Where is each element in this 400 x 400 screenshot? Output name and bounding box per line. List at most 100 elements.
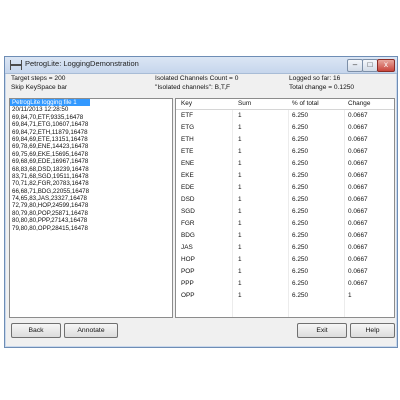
key-cell: BDG — [181, 232, 195, 239]
change-cell: 0.0667 — [348, 148, 368, 155]
log-line[interactable]: 20/11/2013 12:28:50 — [10, 106, 172, 113]
pct-cell: 6.250 — [292, 196, 308, 203]
maximize-button[interactable]: □ — [362, 59, 378, 72]
table-row[interactable]: EDE 1 6.250 0.0667 — [176, 182, 394, 194]
exit-button[interactable]: Exit — [297, 323, 347, 338]
log-line[interactable]: 69,75,69,EKE,15695,16478 — [10, 151, 172, 158]
log-line[interactable]: 70,71,82,FGR,20783,16478 — [10, 180, 172, 187]
log-listbox[interactable]: PetrogLite logging file 1 20/11/2013 12:… — [9, 98, 173, 318]
key-cell: EKE — [181, 172, 194, 179]
change-cell: 0.0667 — [348, 280, 368, 287]
change-cell: 0.0667 — [348, 124, 368, 131]
sum-cell: 1 — [238, 256, 242, 263]
back-button[interactable]: Back — [11, 323, 61, 338]
sum-cell: 1 — [238, 148, 242, 155]
app-icon — [10, 60, 22, 70]
table-row[interactable]: OPP 1 6.250 1 — [176, 290, 394, 302]
pct-cell: 6.250 — [292, 148, 308, 155]
log-line[interactable]: 69,84,71,ETG,10607,16478 — [10, 121, 172, 128]
log-line[interactable]: 83,71,68,SGD,19511,16478 — [10, 173, 172, 180]
sum-cell: 1 — [238, 208, 242, 215]
table-row[interactable]: PPP 1 6.250 0.0667 — [176, 278, 394, 290]
change-cell: 0.0667 — [348, 136, 368, 143]
log-line[interactable]: 72,79,80,HOP,24599,16478 — [10, 202, 172, 209]
log-line[interactable]: 80,80,80,PPP,27143,16478 — [10, 217, 172, 224]
isolated-channels-label: "Isolated channels": B,T,F — [155, 84, 231, 91]
pct-cell: 6.250 — [292, 244, 308, 251]
log-line[interactable]: 80,79,80,POP,25871,16478 — [10, 210, 172, 217]
minimize-button[interactable]: – — [347, 59, 363, 72]
logged-so-far-label: Logged so far: 16 — [289, 75, 341, 82]
pct-cell: 6.250 — [292, 232, 308, 239]
change-cell: 0.0667 — [348, 184, 368, 191]
pct-cell: 6.250 — [292, 184, 308, 191]
pct-cell: 6.250 — [292, 256, 308, 263]
close-button[interactable]: x — [377, 59, 395, 72]
key-cell: ETE — [181, 148, 194, 155]
key-column-header[interactable]: Key — [181, 100, 192, 107]
pct-cell: 6.250 — [292, 208, 308, 215]
window-title: PetrogLite: LoggingDemonstration — [25, 59, 139, 68]
table-row[interactable]: ETF 1 6.250 0.0667 — [176, 110, 394, 122]
table-row[interactable]: ENE 1 6.250 0.0667 — [176, 158, 394, 170]
table-row[interactable]: ETH 1 6.250 0.0667 — [176, 134, 394, 146]
key-cell: FGR — [181, 220, 195, 227]
pct-cell: 6.250 — [292, 292, 308, 299]
log-line[interactable]: 69,68,69,EDE,16967,16478 — [10, 158, 172, 165]
key-cell: ETG — [181, 124, 195, 131]
key-cell: SGD — [181, 208, 195, 215]
log-line[interactable]: 69,78,69,ENE,14423,16478 — [10, 143, 172, 150]
table-row[interactable]: DSD 1 6.250 0.0667 — [176, 194, 394, 206]
pct-cell: 6.250 — [292, 268, 308, 275]
key-cell: HOP — [181, 256, 195, 263]
sum-cell: 1 — [238, 196, 242, 203]
sum-cell: 1 — [238, 124, 242, 131]
log-line[interactable]: 69,84,72,ETH,11879,16478 — [10, 129, 172, 136]
log-line[interactable]: 69,84,70,ETF,9335,16478 — [10, 114, 172, 121]
total-change-label: Total change = 0.1250 — [289, 84, 355, 91]
key-cell: PPP — [181, 280, 194, 287]
sum-column-header[interactable]: Sum — [238, 100, 251, 107]
help-button[interactable]: Help — [350, 323, 395, 338]
app-window: PetrogLite: LoggingDemonstration – □ x T… — [4, 56, 398, 348]
key-cell: ENE — [181, 160, 195, 167]
log-line[interactable]: 69,84,69,ETE,13151,16478 — [10, 136, 172, 143]
log-line[interactable]: PetrogLite logging file 1 — [10, 99, 90, 107]
sum-cell: 1 — [238, 184, 242, 191]
log-line[interactable]: 79,80,80,OPP,28415,16478 — [10, 225, 172, 232]
change-column-header[interactable]: Change — [348, 100, 370, 107]
key-cell: OPP — [181, 292, 195, 299]
key-cell: EDE — [181, 184, 195, 191]
table-row[interactable]: JAS 1 6.250 0.0667 — [176, 242, 394, 254]
log-line[interactable]: 68,83,68,DSD,18239,16478 — [10, 166, 172, 173]
table-row[interactable]: EKE 1 6.250 0.0667 — [176, 170, 394, 182]
change-cell: 0.0667 — [348, 232, 368, 239]
change-cell: 0.0667 — [348, 196, 368, 203]
pct-cell: 6.250 — [292, 124, 308, 131]
change-cell: 0.0667 — [348, 220, 368, 227]
key-cell: DSD — [181, 196, 195, 203]
change-cell: 0.0667 — [348, 112, 368, 119]
summary-grid[interactable]: Key Sum % of total Change ETF 1 6.250 0.066… — [175, 98, 395, 318]
log-line[interactable]: 66,68,71,BDG,22055,16478 — [10, 188, 172, 195]
table-row[interactable]: SGD 1 6.250 0.0667 — [176, 206, 394, 218]
sum-cell: 1 — [238, 292, 242, 299]
table-row[interactable]: BDG 1 6.250 0.0667 — [176, 230, 394, 242]
sum-cell: 1 — [238, 136, 242, 143]
table-row[interactable]: POP 1 6.250 0.0667 — [176, 266, 394, 278]
table-row[interactable]: ETG 1 6.250 0.0667 — [176, 122, 394, 134]
annotate-button[interactable]: Annotate — [64, 323, 118, 338]
isolated-count-label: Isolated Channels Count = 0 — [155, 75, 239, 82]
key-cell: ETH — [181, 136, 194, 143]
title-bar[interactable]: PetrogLite: LoggingDemonstration – □ x — [5, 57, 397, 74]
table-row[interactable]: FGR 1 6.250 0.0667 — [176, 218, 394, 230]
change-cell: 0.0667 — [348, 160, 368, 167]
table-row[interactable]: ETE 1 6.250 0.0667 — [176, 146, 394, 158]
sum-cell: 1 — [238, 112, 242, 119]
log-line[interactable]: 74,65,83,JAS,23327,16478 — [10, 195, 172, 202]
table-row[interactable]: HOP 1 6.250 0.0667 — [176, 254, 394, 266]
change-cell: 0.0667 — [348, 172, 368, 179]
key-cell: ETF — [181, 112, 194, 119]
pct-column-header[interactable]: % of total — [292, 100, 319, 107]
pct-cell: 6.250 — [292, 160, 308, 167]
